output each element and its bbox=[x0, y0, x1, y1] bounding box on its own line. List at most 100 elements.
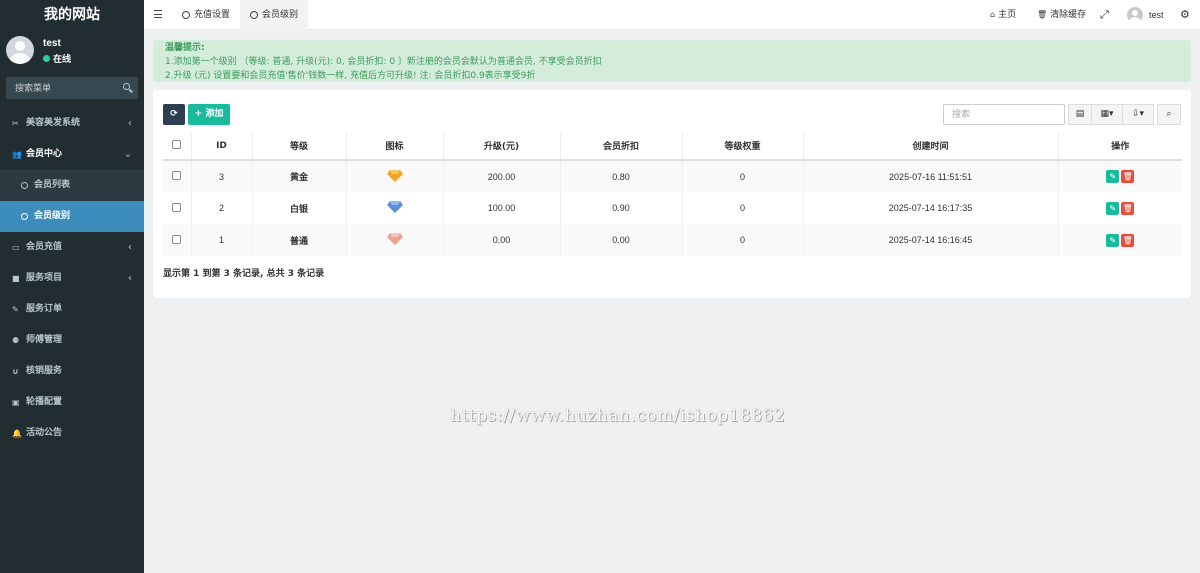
export-icon: ⇩▾ bbox=[1131, 109, 1145, 119]
cell-weight: 0 bbox=[681, 160, 803, 192]
sidebar-item-label: 美容美发系统 bbox=[26, 118, 81, 128]
edit-button[interactable]: ✎ bbox=[1106, 170, 1120, 183]
col-weight[interactable]: 等级权重 bbox=[681, 132, 803, 161]
delete-button[interactable]: 🗑 bbox=[1121, 201, 1135, 215]
col-level[interactable]: 等级 bbox=[251, 132, 346, 161]
clear-cache-button[interactable]: 🗑 清除缓存 bbox=[1037, 0, 1086, 30]
tab-recharge-settings[interactable]: 充值设置 bbox=[172, 0, 240, 30]
select-all-cell bbox=[163, 132, 191, 161]
alert-line-1: 1.添加第一个级别 〔等级: 普通, 升级(元): 0, 会员折扣: 0 〕新注… bbox=[165, 57, 602, 67]
briefcase-icon: ■ bbox=[12, 274, 20, 283]
table-search-input[interactable] bbox=[943, 104, 1065, 125]
columns-button[interactable]: ▦▾ bbox=[1091, 104, 1123, 125]
search-icon[interactable] bbox=[123, 83, 130, 90]
delete-button[interactable]: 🗑 bbox=[1121, 170, 1135, 183]
chevron-left-icon: ‹ bbox=[127, 273, 132, 284]
cell-created: 2025-07-14 16:17:35 bbox=[802, 192, 1058, 224]
sidebar-item-beauty-system[interactable]: ✂ 美容美发系统 ‹ bbox=[0, 108, 144, 139]
sidebar-item-carousel-config[interactable]: ▣ 轮播配置 bbox=[0, 387, 144, 418]
cell-created: 2025-07-14 16:16:45 bbox=[802, 224, 1058, 256]
users-icon: 👥 bbox=[12, 150, 22, 159]
alert-title: 温馨提示: bbox=[165, 43, 205, 53]
refresh-button[interactable]: ⟳ bbox=[163, 104, 185, 125]
cell-level: 普通 bbox=[251, 224, 346, 256]
col-id[interactable]: ID bbox=[190, 132, 252, 161]
row-checkbox[interactable] bbox=[172, 171, 182, 180]
home-label: 主页 bbox=[998, 10, 1017, 20]
sidebar-item-label: 会员中心 bbox=[26, 149, 63, 159]
magnet-icon: ∪ bbox=[12, 367, 19, 376]
row-checkbox[interactable] bbox=[172, 234, 182, 244]
settings-icon[interactable]: ⚙ bbox=[1180, 0, 1190, 30]
status-label: 在线 bbox=[53, 55, 72, 65]
diamond-icon bbox=[386, 201, 403, 213]
cell-discount: 0.90 bbox=[559, 192, 682, 224]
table-row[interactable]: 3 黄金 200.00 0.80 0 2025-07-16 11:51:51 ✎… bbox=[163, 160, 1182, 192]
content-panel: ⟳ + 添加 ▤ ▦▾ ⇩▾ ⌕ ID 等级 图标 升级(元) 会员折扣 等级权… bbox=[153, 90, 1191, 298]
avatar bbox=[6, 36, 34, 64]
sidebar-item-verify-service[interactable]: ∪ 核销服务 bbox=[0, 356, 144, 387]
user-panel: test 在线 bbox=[0, 30, 144, 72]
top-avatar[interactable] bbox=[1127, 7, 1143, 23]
toggle-view-button[interactable]: ▤ bbox=[1068, 104, 1092, 125]
cell-actions: ✎ 🗑 bbox=[1057, 192, 1182, 224]
col-created[interactable]: 创建时间 bbox=[802, 132, 1058, 161]
sidebar-item-announcements[interactable]: 🔔 活动公告 bbox=[0, 418, 144, 449]
delete-button[interactable]: 🗑 bbox=[1121, 233, 1135, 247]
cell-created: 2025-07-16 11:51:51 bbox=[802, 160, 1058, 192]
sidebar-menu: ✂ 美容美发系统 ‹ 👥 会员中心 ⌄ 会员列表 会员级别 ▭ 会员充值 ‹ ■ bbox=[0, 108, 144, 449]
cell-level: 黄金 bbox=[251, 160, 346, 192]
col-icon[interactable]: 图标 bbox=[345, 132, 443, 161]
row-checkbox[interactable] bbox=[172, 202, 182, 212]
circle-icon bbox=[182, 11, 190, 19]
home-link[interactable]: ⌂ 主页 bbox=[990, 0, 1016, 30]
export-button[interactable]: ⇩▾ bbox=[1122, 104, 1154, 125]
cell-weight: 0 bbox=[681, 224, 803, 256]
cell-weight: 0 bbox=[681, 192, 803, 224]
sidebar-item-label: 轮播配置 bbox=[26, 397, 63, 407]
edit-icon: ✎ bbox=[12, 305, 19, 314]
select-all-checkbox[interactable] bbox=[172, 139, 182, 149]
row-select-cell bbox=[163, 192, 191, 224]
cell-discount: 0.80 bbox=[559, 160, 682, 192]
add-button[interactable]: + 添加 bbox=[188, 104, 230, 125]
sidebar-item-master-management[interactable]: ⚉ 师傅管理 bbox=[0, 325, 144, 356]
sidebar-item-member-level[interactable]: 会员级别 bbox=[0, 201, 144, 232]
site-title[interactable]: 我的网站 bbox=[0, 0, 144, 30]
sidebar-item-member-center[interactable]: 👥 会员中心 ⌄ bbox=[0, 139, 144, 170]
topbar: 充值设置 会员级别 ⌂ 主页 🗑 清除缓存 ⤢ test ⚙ bbox=[144, 0, 1200, 30]
sidebar-item-service-orders[interactable]: ✎ 服务订单 bbox=[0, 294, 144, 325]
cell-id: 2 bbox=[190, 192, 252, 224]
search-icon: ⌕ bbox=[1166, 109, 1172, 119]
sidebar: 我的网站 test 在线 ✂ 美容美发系统 ‹ 👥 会员中心 ⌄ 会员列表 会员… bbox=[0, 0, 144, 573]
sidebar-item-label: 会员级别 bbox=[34, 211, 71, 221]
edit-button[interactable]: ✎ bbox=[1106, 201, 1120, 215]
home-icon: ⌂ bbox=[990, 10, 996, 19]
bell-icon: 🔔 bbox=[12, 429, 22, 438]
col-actions: 操作 bbox=[1057, 132, 1182, 161]
table-icon: ▤ bbox=[1075, 109, 1085, 119]
tab-member-level[interactable]: 会员级别 bbox=[240, 0, 308, 30]
row-select-cell bbox=[163, 224, 191, 256]
diamond-icon bbox=[386, 169, 403, 182]
sidebar-item-label: 师傅管理 bbox=[26, 335, 63, 345]
cell-id: 3 bbox=[190, 160, 252, 192]
menu-toggle-icon[interactable] bbox=[154, 10, 162, 18]
col-discount[interactable]: 会员折扣 bbox=[559, 132, 682, 161]
sidebar-item-member-list[interactable]: 会员列表 bbox=[0, 170, 144, 201]
sidebar-item-member-recharge[interactable]: ▭ 会员充值 ‹ bbox=[0, 232, 144, 263]
cell-icon bbox=[345, 160, 443, 192]
top-username[interactable]: test bbox=[1149, 0, 1164, 30]
col-upgrade[interactable]: 升级(元) bbox=[442, 132, 560, 161]
sidebar-search-input[interactable] bbox=[6, 77, 116, 99]
level-table: ID 等级 图标 升级(元) 会员折扣 等级权重 创建时间 操作 3 黄金 20… bbox=[163, 132, 1182, 256]
table-row[interactable]: 1 普通 0.00 0.00 0 2025-07-14 16:16:45 ✎ 🗑 bbox=[163, 224, 1182, 256]
table-row[interactable]: 2 白银 100.00 0.90 0 2025-07-14 16:17:35 ✎… bbox=[163, 192, 1182, 224]
fullscreen-icon[interactable]: ⤢ bbox=[1100, 0, 1109, 30]
sidebar-item-service-items[interactable]: ■ 服务项目 ‹ bbox=[0, 263, 144, 294]
clear-cache-label: 清除缓存 bbox=[1050, 10, 1087, 20]
search-toggle-button[interactable]: ⌕ bbox=[1157, 104, 1181, 125]
cell-actions: ✎ 🗑 bbox=[1057, 160, 1182, 192]
cell-id: 1 bbox=[190, 224, 252, 256]
edit-button[interactable]: ✎ bbox=[1106, 233, 1120, 247]
